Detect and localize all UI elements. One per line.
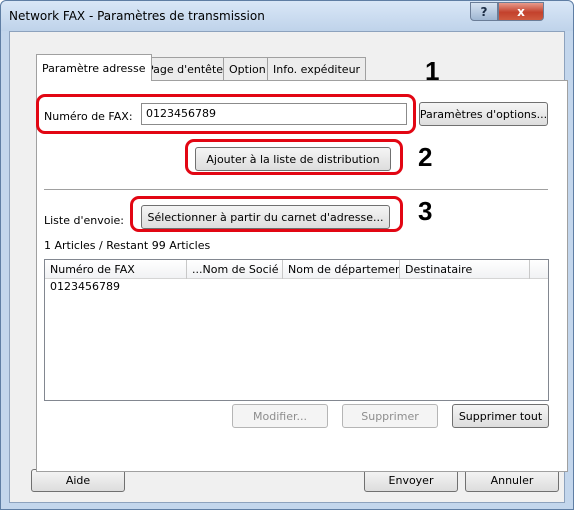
column-header-filler	[530, 260, 548, 279]
delete-all-button[interactable]: Supprimer tout	[452, 404, 549, 428]
separator-line	[44, 189, 548, 191]
row-fax-number: 0123456789	[50, 280, 120, 293]
send-list-count: 1 Articles / Restant 99 Articles	[44, 239, 211, 252]
tab-label: Info. expéditeur	[273, 62, 361, 76]
close-window-button[interactable]: x	[498, 2, 544, 21]
callout-number-1: 1	[425, 56, 440, 86]
option-settings-button[interactable]: Paramètres d'options...	[419, 102, 548, 126]
column-header-department-name[interactable]: Nom de département	[283, 260, 400, 279]
fax-number-label: Numéro de FAX:	[44, 110, 133, 123]
tab-label: Option	[229, 62, 266, 76]
send-list-table[interactable]: Numéro de FAX ...Nom de Socié Nom de dép…	[44, 259, 549, 401]
fax-number-input[interactable]: 0123456789	[141, 103, 407, 125]
close-icon: x	[517, 4, 525, 19]
dialog-window: Network FAX - Paramètres de transmission…	[0, 0, 574, 510]
tab-label: Paramètre adresse	[42, 61, 146, 75]
title-bar[interactable]: Network FAX - Paramètres de transmission…	[1, 1, 573, 31]
modify-button[interactable]: Modifier...	[232, 404, 328, 428]
tab-page-entete[interactable]: Page d'entête	[141, 57, 230, 80]
tab-option[interactable]: Option	[223, 57, 272, 80]
send-list-label: Liste d'envoie:	[44, 214, 125, 227]
delete-button[interactable]: Supprimer	[342, 404, 438, 428]
column-header-company-name[interactable]: ...Nom de Socié	[187, 260, 283, 279]
callout-number-2: 2	[418, 142, 433, 172]
column-header-fax-number[interactable]: Numéro de FAX	[45, 260, 187, 279]
table-row[interactable]: 0123456789	[50, 280, 120, 293]
tab-parametre-adresse[interactable]: Paramètre adresse	[36, 54, 152, 81]
send-button[interactable]: Envoyer	[364, 469, 458, 492]
column-header-recipient[interactable]: Destinataire	[400, 260, 530, 279]
window-title: Network FAX - Paramètres de transmission	[9, 9, 265, 23]
dialog-client-area: Paramètre adresse Page d'entête Option I…	[9, 31, 568, 503]
help-title-button[interactable]: ?	[470, 2, 498, 21]
select-from-address-book-button[interactable]: Sélectionner à partir du carnet d'adress…	[141, 205, 390, 229]
table-header: Numéro de FAX ...Nom de Socié Nom de dép…	[45, 260, 548, 279]
tab-label: Page d'entête	[147, 62, 224, 76]
help-button[interactable]: Aide	[31, 469, 125, 492]
question-mark-icon: ?	[480, 4, 488, 19]
callout-number-3: 3	[418, 196, 433, 226]
tab-info-expediteur[interactable]: Info. expéditeur	[267, 57, 367, 80]
add-to-distribution-button[interactable]: Ajouter à la liste de distribution	[195, 147, 391, 171]
cancel-button[interactable]: Annuler	[465, 469, 559, 492]
